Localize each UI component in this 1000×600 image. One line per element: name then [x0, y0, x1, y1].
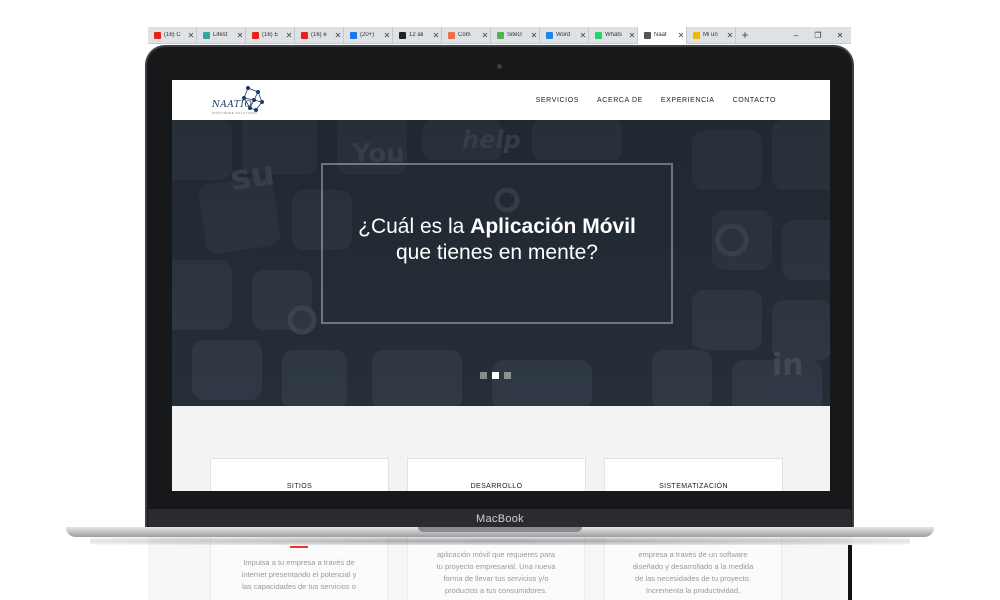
headline-line2: que tienes en mente? [396, 241, 598, 264]
description-line: tu proyecto empresarial. Una nueva [436, 562, 556, 571]
youtube-icon [252, 31, 259, 39]
tab-close-icon[interactable]: ✕ [676, 31, 686, 40]
tab-label: SiteG [507, 32, 523, 38]
tab-close-icon[interactable]: ✕ [578, 31, 588, 40]
headline-bold: Aplicación Móvil [470, 215, 636, 238]
laptop-shadow [90, 537, 910, 545]
service-title: DESARROLLO [470, 483, 523, 490]
services-section: SITIOS DESARROLLO SISTEMATIZACIÓN [172, 406, 830, 491]
browser-tab[interactable]: 12 ali ✕ [393, 26, 442, 44]
page-edge-bar [848, 545, 852, 600]
browser-tab[interactable]: SiteG ✕ [491, 26, 540, 44]
tab-close-icon[interactable]: ✕ [186, 31, 196, 40]
description-line: Impulsa a tu empresa a través de [243, 558, 355, 567]
hero-headline: ¿Cuál es la Aplicación Móvil que tienes … [321, 214, 673, 266]
lifestyle-site-icon [203, 31, 210, 39]
youtube-icon [301, 31, 308, 39]
description-line: forma de llevar tus servicios y/o [443, 574, 549, 583]
tab-close-icon[interactable]: ✕ [529, 31, 539, 40]
browser-tab[interactable]: Naat ✕ [638, 26, 687, 44]
browser-tab-strip: (16) C ✕ Lifest ✕ (16) E ✕ (16) e ✕ (20+) ✕ 12 ali… [148, 26, 851, 44]
service-description-sistematizacion: empresa a través de un software diseñado … [604, 537, 782, 600]
window-controls: – ❐ ✕ [785, 27, 851, 44]
description-line: aplicación móvil que requieres para [437, 550, 555, 559]
tab-close-icon[interactable]: ✕ [284, 31, 294, 40]
hero-slider: You su help in ¿Cuál es la Aplicación Mó… [172, 120, 830, 406]
description-line: productos a tus consumidores. [444, 586, 548, 595]
browser-tab[interactable]: (16) e ✕ [295, 26, 344, 44]
tab-label: Mi un [703, 32, 718, 38]
tab-label: Naat [654, 32, 667, 38]
tab-close-icon[interactable]: ✕ [382, 31, 392, 40]
description-line: diseñado y desarrollado a la medida [632, 562, 754, 571]
browser-tab[interactable]: Lifest ✕ [197, 26, 246, 44]
tab-close-icon[interactable]: ✕ [235, 31, 245, 40]
tab-label: (16) e [311, 32, 327, 38]
tab-label: Lifest [213, 32, 228, 38]
slider-dot-1[interactable] [480, 372, 487, 379]
headline-prefix: ¿Cuál es la [358, 215, 471, 238]
slider-dots [480, 372, 511, 379]
new-tab-button[interactable]: + [736, 28, 754, 42]
main-nav: SERVICIOS ACERCA DE EXPERIENCIA CONTACTO [536, 80, 776, 120]
tab-close-icon[interactable]: ✕ [431, 31, 441, 40]
browser-tab[interactable]: Mi un ✕ [687, 26, 736, 44]
description-line: empresa a través de un software [638, 550, 748, 559]
tab-close-icon[interactable]: ✕ [480, 31, 490, 40]
browser-tab[interactable]: Whats ✕ [589, 26, 638, 44]
facebook-icon [350, 31, 357, 39]
service-title: SITIOS [286, 483, 313, 490]
logo-wordmark: NAATIO [212, 100, 253, 110]
tab-label: (16) E [262, 32, 279, 38]
site-header: NAATIO SOFT-WARE SOLUTIONS SERVICIOS ACE… [172, 80, 830, 120]
accent-divider [290, 546, 308, 548]
tab-label: 12 ali [409, 32, 424, 38]
tab-label: (20+) [360, 32, 375, 38]
nav-acerca-de[interactable]: ACERCA DE [597, 97, 643, 104]
tab-label: Word [556, 32, 571, 38]
service-card-sistematizacion[interactable]: SISTEMATIZACIÓN [604, 458, 783, 491]
v-site-icon [399, 31, 406, 39]
google-drive-icon [693, 31, 700, 39]
service-title: SISTEMATIZACIÓN [659, 483, 728, 490]
nav-servicios[interactable]: SERVICIOS [536, 97, 579, 104]
browser-tab[interactable]: (16) C ✕ [148, 26, 197, 44]
maximize-button[interactable]: ❐ [807, 27, 829, 44]
service-card-desarrollo[interactable]: DESARROLLO [407, 458, 586, 491]
naatio-site-icon [644, 31, 651, 39]
youtube-icon [154, 31, 161, 39]
whatsapp-icon [595, 31, 602, 39]
tab-close-icon[interactable]: ✕ [333, 31, 343, 40]
laptop-brand-label: MacBook [476, 513, 524, 525]
description-line: las capacidades de tus servicios o [242, 582, 356, 591]
service-card-sitios[interactable]: SITIOS [210, 458, 389, 491]
tab-close-icon[interactable]: ✕ [725, 31, 735, 40]
minimize-button[interactable]: – [785, 27, 807, 44]
window-close-button[interactable]: ✕ [829, 27, 851, 44]
browser-tab[interactable]: Cóm ✕ [442, 26, 491, 44]
slider-dot-3[interactable] [504, 372, 511, 379]
logo-tagline: SOFT-WARE SOLUTIONS [212, 111, 258, 115]
browser-tab[interactable]: (20+) ✕ [344, 26, 393, 44]
nav-experiencia[interactable]: EXPERIENCIA [661, 97, 715, 104]
description-line: Incrementa la productividad, [645, 586, 741, 595]
tab-label: Cóm [458, 32, 471, 38]
laptop-hinge-notch [418, 527, 582, 532]
nav-contacto[interactable]: CONTACTO [733, 97, 776, 104]
tab-close-icon[interactable]: ✕ [627, 31, 637, 40]
description-line: de las necesidades de tu proyecto. [635, 574, 751, 583]
description-line: internet presentando el potencial y [241, 570, 357, 579]
tab-label: (16) C [164, 32, 181, 38]
page: (16) C ✕ Lifest ✕ (16) E ✕ (16) e ✕ (20+) ✕ 12 ali… [0, 0, 1000, 600]
browser-tab[interactable]: Word ✕ [540, 26, 589, 44]
service-description-desarrollo: aplicación móvil que requieres para tu pr… [407, 537, 585, 600]
siteground-icon [497, 31, 504, 39]
camera-icon [497, 64, 502, 69]
flower-site-icon [448, 31, 455, 39]
tab-label: Whats [605, 32, 623, 38]
laptop-screen: NAATIO SOFT-WARE SOLUTIONS SERVICIOS ACE… [172, 80, 830, 491]
browser-tab[interactable]: (16) E ✕ [246, 26, 295, 44]
wordpress-edit-icon [546, 31, 553, 39]
slider-dot-2[interactable] [492, 372, 499, 379]
